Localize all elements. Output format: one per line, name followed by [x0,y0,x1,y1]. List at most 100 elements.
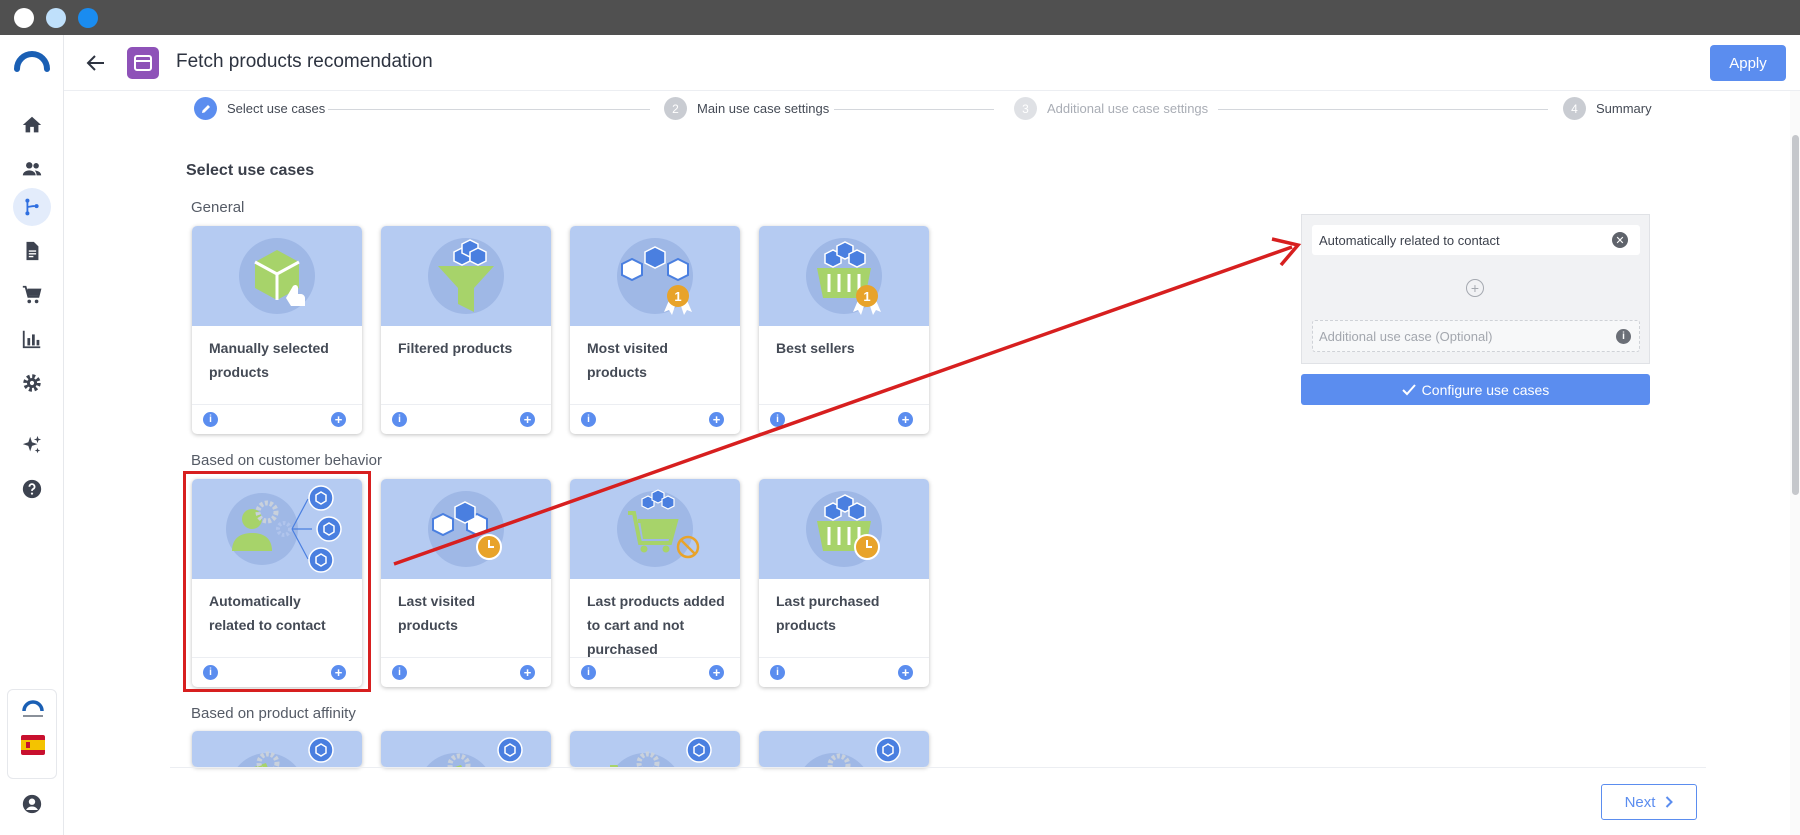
step-number: 3 [1014,97,1037,120]
use-case-card-partial[interactable] [570,731,740,767]
step-number: 2 [664,97,687,120]
info-icon[interactable]: i [203,412,218,427]
page-header: Fetch products recomendation Apply [64,35,1800,91]
step-main-settings[interactable]: 2 Main use case settings [664,97,829,120]
scrollbar-thumb[interactable] [1792,135,1799,495]
sidebar-item-profile[interactable] [13,785,51,823]
gear-icon [23,374,41,392]
wizard-stepper: Select use cases 2 Main use case setting… [194,97,1654,123]
automation-icon [25,198,39,216]
app-logo-icon[interactable] [14,49,50,73]
home-icon [22,116,42,133]
checkmark-icon [1401,383,1416,395]
step-label: Select use cases [227,101,326,116]
use-case-card-partial[interactable] [759,731,929,767]
sidebar-item-settings[interactable] [13,364,51,402]
step-label: Additional use case settings [1047,101,1209,116]
card-footer: i + [570,404,740,434]
step-select-use-cases[interactable]: Select use cases [194,97,325,120]
use-case-card-partial[interactable] [381,731,551,767]
card-footer: i + [759,404,929,434]
sidebar-item-analytics[interactable] [13,320,51,358]
last-purchased-illustration [759,479,929,579]
info-icon[interactable]: i [770,412,785,427]
add-icon[interactable]: + [709,412,724,427]
step-number: 4 [1563,97,1586,120]
card-title: Most visited products [587,340,668,380]
use-case-card[interactable]: Last visited products i + [381,479,551,687]
apply-button[interactable]: Apply [1710,45,1786,81]
filter-funnel-illustration [381,226,551,326]
manual-selection-illustration [192,226,362,326]
info-icon[interactable]: i [770,665,785,680]
additional-use-case-slot[interactable]: Additional use case (Optional) i [1312,320,1640,352]
card-title: Last purchased products [776,593,880,633]
spain-flag-icon[interactable] [21,735,45,755]
add-icon[interactable]: + [898,412,913,427]
step-label: Main use case settings [697,101,830,116]
card-title: Best sellers [776,340,855,356]
use-case-card[interactable]: Filtered products i + [381,226,551,434]
back-arrow-icon[interactable] [84,51,108,75]
next-button[interactable]: Next [1601,784,1697,820]
info-icon[interactable]: i [392,665,407,680]
sidebar-item-workflows[interactable] [13,188,51,226]
sidebar-item-help[interactable] [13,470,51,508]
card-title: Last products added to cart and not purc… [587,593,725,657]
step-connector [1218,109,1548,110]
use-case-card-partial[interactable] [192,731,362,767]
svg-text:1: 1 [863,289,870,304]
sidebar-item-documents[interactable] [13,232,51,270]
add-icon[interactable]: + [898,665,913,680]
step-summary[interactable]: 4 Summary [1563,97,1652,120]
use-case-card[interactable]: Manually selected products i + [192,226,362,434]
sidebar-item-store[interactable] [13,276,51,314]
sidebar-item-contacts[interactable] [13,150,51,188]
remove-icon[interactable]: ✕ [1612,232,1628,248]
use-case-card[interactable]: Last purchased products i + [759,479,929,687]
window-maximize-dot[interactable] [78,8,98,28]
use-case-card[interactable]: Last products added to cart and not purc… [570,479,740,687]
sidebar-item-ai[interactable] [13,426,51,464]
add-icon[interactable]: + [520,412,535,427]
next-label: Next [1624,793,1656,811]
step-additional-settings[interactable]: 3 Additional use case settings [1014,97,1208,120]
add-icon[interactable]: + [331,412,346,427]
svg-text:1: 1 [674,289,681,304]
selection-highlight-box [183,471,371,692]
selected-use-cases-panel: Automatically related to contact ✕ + Add… [1301,214,1650,364]
group-label-general: General [191,199,245,216]
use-case-card[interactable]: 1 Most visited products i + [570,226,740,434]
analytics-icon [22,330,41,349]
info-icon[interactable]: i [581,412,596,427]
most-visited-illustration: 1 [570,226,740,326]
sidebar [0,35,64,835]
card-footer: i + [570,657,740,687]
group-label-customer-behavior: Based on customer behavior [191,452,382,469]
configure-label: Configure use cases [1421,381,1550,398]
selected-use-case-slot[interactable]: Automatically related to contact ✕ [1312,225,1640,255]
info-icon[interactable]: i [392,412,407,427]
use-case-card[interactable]: 1 Best sellers i + [759,226,929,434]
group-label-product-affinity: Based on product affinity [191,705,356,722]
card-illustration [192,731,362,767]
add-icon[interactable]: + [709,665,724,680]
footer-divider [170,767,1706,768]
card-illustration [381,731,551,767]
configure-use-cases-button[interactable]: Configure use cases [1301,374,1650,405]
card-illustration [570,731,740,767]
step-label: Summary [1596,101,1652,116]
info-icon[interactable]: i [581,665,596,680]
cart-icon [22,285,42,304]
sidebar-item-home[interactable] [13,106,51,144]
help-icon [22,479,42,499]
window-minimize-dot[interactable] [46,8,66,28]
window-close-dot[interactable] [14,8,34,28]
add-circle-icon[interactable]: + [1466,279,1484,297]
best-sellers-illustration: 1 [759,226,929,326]
add-icon[interactable]: + [520,665,535,680]
flow-type-icon [127,47,159,79]
info-icon[interactable]: i [1616,329,1631,344]
connectif-brand-icon[interactable] [20,700,46,720]
ai-sparkle-icon [22,435,42,454]
